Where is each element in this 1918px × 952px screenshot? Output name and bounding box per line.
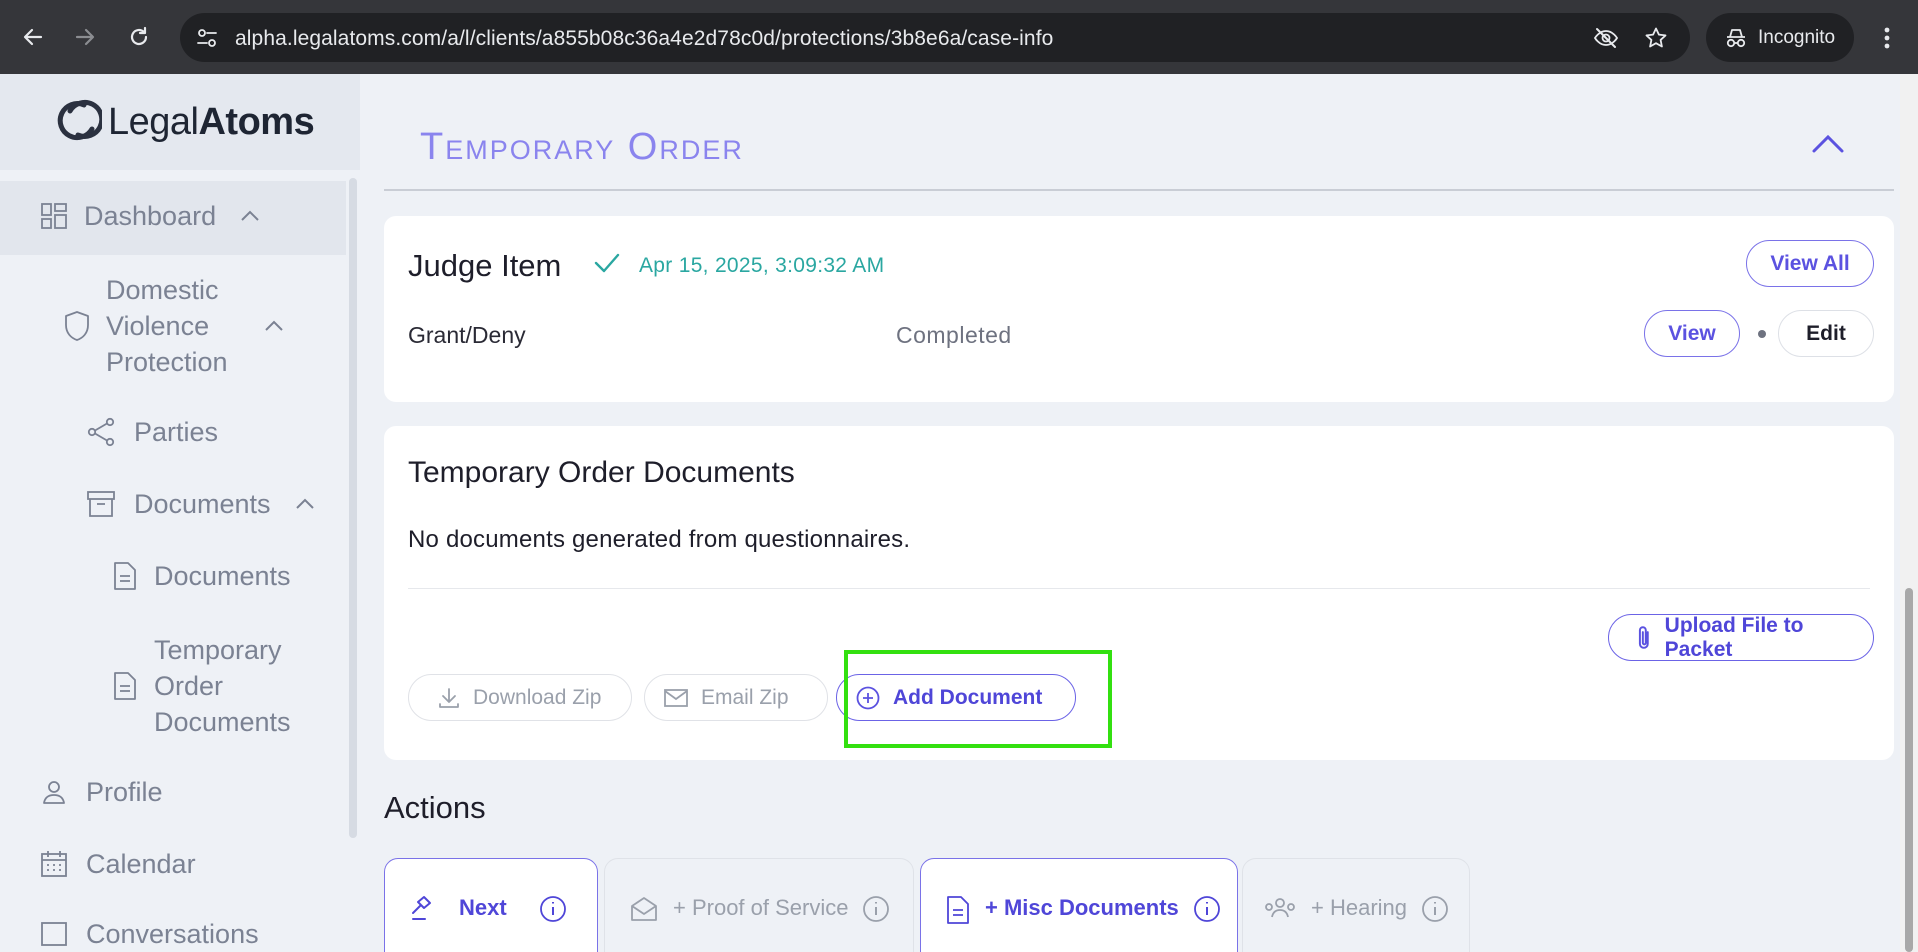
view-all-button[interactable]: View All (1746, 240, 1874, 287)
forward-button[interactable] (66, 18, 104, 56)
view-button[interactable]: View (1644, 310, 1740, 357)
action-proof-of-service[interactable]: + Proof of Service (604, 858, 914, 952)
arrow-left-icon (23, 28, 43, 46)
download-zip-button[interactable]: Download Zip (408, 674, 632, 721)
sidebar-item-documents[interactable]: Documents (86, 486, 315, 522)
site-settings-icon[interactable] (194, 25, 220, 51)
email-zip-label: Email Zip (701, 685, 789, 709)
section-title: Temporary Order (420, 126, 744, 168)
action-hearing-label: + Hearing (1311, 895, 1408, 920)
sidebar-item-parties[interactable]: Parties (86, 414, 218, 450)
sidebar-item-dashboard[interactable]: Dashboard (40, 198, 260, 234)
users-icon (1265, 898, 1295, 918)
no-documents-message: No documents generated from questionnair… (408, 526, 911, 553)
sidebar-item-profile[interactable]: Profile (40, 774, 163, 810)
shield-icon (62, 310, 92, 342)
sidebar-item-label: Conversations (86, 919, 259, 949)
sidebar-item-label: Documents (134, 489, 271, 519)
sidebar-item-documents-list[interactable]: Documents (112, 558, 291, 594)
calendar-icon (40, 850, 68, 878)
chevron-up-icon[interactable] (264, 320, 284, 332)
share-icon (86, 417, 116, 447)
judge-item-title: Judge Item (408, 248, 562, 283)
edit-button[interactable]: Edit (1778, 310, 1874, 357)
documents-divider (408, 588, 1870, 589)
sidebar-item-label: Domestic Violence Protection (106, 275, 228, 377)
info-icon (1193, 896, 1220, 922)
highlight-frame (844, 650, 1112, 748)
arrow-right-icon (75, 28, 95, 46)
sidebar-item-domestic-violence-protection[interactable]: Domestic Violence Protection (62, 272, 312, 380)
address-bar[interactable]: alpha.legalatoms.com/a/l/clients/a855b08… (180, 13, 1690, 62)
sidebar-item-label: Parties (134, 417, 219, 447)
action-misc-documents[interactable]: + Misc Documents (920, 858, 1238, 952)
logo[interactable]: LegalAtoms (0, 74, 360, 170)
action-next-label: Next (459, 895, 507, 920)
separator-dot (1758, 330, 1766, 338)
reload-icon (130, 26, 148, 46)
page-scrollbar-thumb[interactable] (1905, 588, 1913, 952)
action-misc-documents-label: + Misc Documents (985, 895, 1179, 920)
gavel-icon (412, 896, 431, 920)
judge-item-card: Judge Item Apr 15, 2025, 3:09:32 AM View… (384, 216, 1894, 402)
incognito-badge[interactable]: Incognito (1706, 13, 1854, 62)
grid-icon (40, 202, 68, 230)
info-icon (1422, 896, 1448, 922)
sidebar: LegalAtoms Dashboard Domestic Violence P… (0, 74, 360, 952)
info-icon (863, 896, 890, 922)
sidebar-item-label: Documents (154, 561, 291, 591)
reload-button[interactable] (120, 18, 158, 56)
file-icon (112, 671, 138, 701)
more-vertical-icon (1884, 27, 1890, 49)
file-icon (112, 561, 138, 591)
browser-menu-button[interactable] (1872, 20, 1902, 56)
judge-item-timestamp: Apr 15, 2025, 3:09:32 AM (639, 254, 885, 277)
sidebar-item-temporary-order-documents[interactable]: Temporary Order Documents (112, 632, 312, 740)
info-icon (539, 896, 566, 922)
email-zip-button[interactable]: Email Zip (644, 674, 828, 721)
sidebar-item-label: Dashboard (84, 201, 217, 231)
email-icon (664, 688, 688, 707)
archive-icon (86, 489, 116, 519)
user-icon (40, 778, 68, 806)
action-hearing[interactable]: + Hearing (1242, 858, 1470, 952)
chevron-up-icon (1812, 134, 1844, 153)
bookmark-star-icon[interactable] (1642, 24, 1670, 52)
chevron-up-icon[interactable] (240, 210, 260, 222)
download-icon (439, 687, 459, 708)
chat-icon (40, 920, 68, 948)
main-content: Temporary Order Judge Item Apr 15, 2025,… (360, 74, 1900, 952)
upload-label: Upload File to Packet (1664, 613, 1804, 661)
action-proof-of-service-label: + Proof of Service (673, 895, 849, 920)
eye-off-icon[interactable] (1592, 24, 1620, 52)
upload-file-to-packet-button[interactable]: Upload File to Packet (1608, 614, 1874, 661)
check-icon (594, 252, 620, 279)
url-text[interactable]: alpha.legalatoms.com/a/l/clients/a855b08… (235, 27, 1053, 51)
sidebar-item-label: Temporary Order Documents (154, 635, 291, 737)
grant-deny-label: Grant/Deny (408, 322, 526, 348)
back-button[interactable] (14, 18, 52, 56)
section-divider (384, 189, 1894, 191)
sidebar-scrollbar[interactable] (349, 178, 357, 838)
mail-open-icon (631, 897, 657, 921)
sidebar-item-conversations[interactable]: Conversations (40, 916, 259, 952)
file-icon (947, 896, 969, 924)
status-completed: Completed (896, 322, 1012, 348)
legalatoms-logo-icon (57, 99, 102, 141)
sidebar-item-label: Calendar (86, 849, 196, 879)
chevron-up-icon[interactable] (295, 498, 315, 510)
paperclip-icon (1638, 625, 1649, 649)
collapse-section-button[interactable] (1808, 124, 1848, 164)
browser-toolbar: alpha.legalatoms.com/a/l/clients/a855b08… (0, 0, 1918, 74)
incognito-icon (1726, 28, 1746, 47)
download-zip-label: Download Zip (473, 685, 602, 709)
logo-text: LegalAtoms (108, 100, 315, 143)
temporary-order-documents-card: Temporary Order Documents No documents g… (384, 426, 1894, 760)
sidebar-item-calendar[interactable]: Calendar (40, 846, 196, 882)
documents-card-title: Temporary Order Documents (408, 456, 795, 489)
action-next[interactable]: Next (384, 858, 598, 952)
incognito-label: Incognito (1758, 26, 1836, 48)
actions-title: Actions (384, 790, 486, 825)
sidebar-item-label: Profile (86, 777, 163, 807)
